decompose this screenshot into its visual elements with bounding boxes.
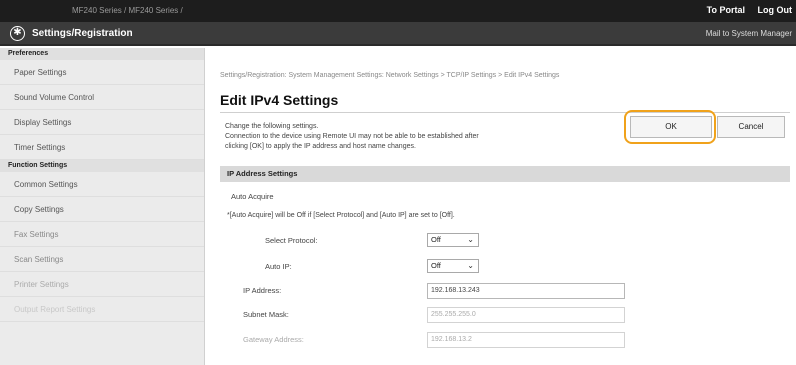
sidebar: Preferences Paper Settings Sound Volume … [0,48,205,365]
instructions-text: Change the following settings. Connectio… [225,122,605,152]
page-section-title: Settings/Registration [32,28,133,39]
auto-acquire-note: *[Auto Acquire] will be Off if [Select P… [227,212,455,219]
ip-address-input[interactable]: 192.168.13.243 [427,283,625,299]
sidebar-item-scan-settings[interactable]: Scan Settings [0,247,204,272]
title-bar: ✱ Settings/Registration Mail to System M… [0,22,796,46]
ok-button[interactable]: OK [630,116,712,138]
top-bar: MF240 Series / MF240 Series / To Portal … [0,0,796,22]
breadcrumb: Settings/Registration: System Management… [220,72,560,79]
select-protocol-dropdown[interactable]: Off ⌄ [427,233,479,247]
sidebar-item-sound-volume-control[interactable]: Sound Volume Control [0,85,204,110]
sidebar-item-fax-settings[interactable]: Fax Settings [0,222,204,247]
ip-address-settings-header: IP Address Settings [220,166,790,182]
sidebar-item-paper-settings[interactable]: Paper Settings [0,60,204,85]
sidebar-item-output-report-settings[interactable]: Output Report Settings [0,297,204,322]
chevron-down-icon: ⌄ [467,235,474,244]
instructions-line-2: Connection to the device using Remote UI… [225,133,479,140]
select-protocol-label: Select Protocol: [265,236,318,245]
sidebar-head-function-settings: Function Settings [0,160,204,172]
gateway-address-label: Gateway Address: [243,335,304,344]
instructions-line-1: Change the following settings. [225,123,319,130]
to-portal-link[interactable]: To Portal [707,5,745,15]
instructions-line-3: clicking [OK] to apply the IP address an… [225,143,416,150]
ip-address-label: IP Address: [243,286,282,295]
auto-acquire-label: Auto Acquire [231,192,274,201]
device-model-label: MF240 Series / MF240 Series / [72,6,183,15]
auto-ip-label: Auto IP: [265,262,292,271]
mail-to-system-manager-link[interactable]: Mail to System Manager [706,29,792,38]
auto-ip-dropdown[interactable]: Off ⌄ [427,259,479,273]
top-links: To Portal Log Out [697,5,792,15]
sidebar-item-common-settings[interactable]: Common Settings [0,172,204,197]
select-protocol-value: Off [431,235,441,244]
page-title: Edit IPv4 Settings [220,92,339,108]
settings-globe-icon: ✱ [10,26,25,41]
sidebar-head-preferences: Preferences [0,48,204,60]
sidebar-item-printer-settings[interactable]: Printer Settings [0,272,204,297]
cancel-button[interactable]: Cancel [717,116,785,138]
subnet-mask-label: Subnet Mask: [243,310,289,319]
sidebar-item-copy-settings[interactable]: Copy Settings [0,197,204,222]
sidebar-item-timer-settings[interactable]: Timer Settings [0,135,204,160]
sidebar-item-display-settings[interactable]: Display Settings [0,110,204,135]
auto-ip-value: Off [431,261,441,270]
chevron-down-icon: ⌄ [467,261,474,270]
main-content: Settings/Registration: System Management… [205,48,796,365]
log-out-link[interactable]: Log Out [758,5,793,15]
gateway-address-input[interactable]: 192.168.13.2 [427,332,625,348]
subnet-mask-input[interactable]: 255.255.255.0 [427,307,625,323]
